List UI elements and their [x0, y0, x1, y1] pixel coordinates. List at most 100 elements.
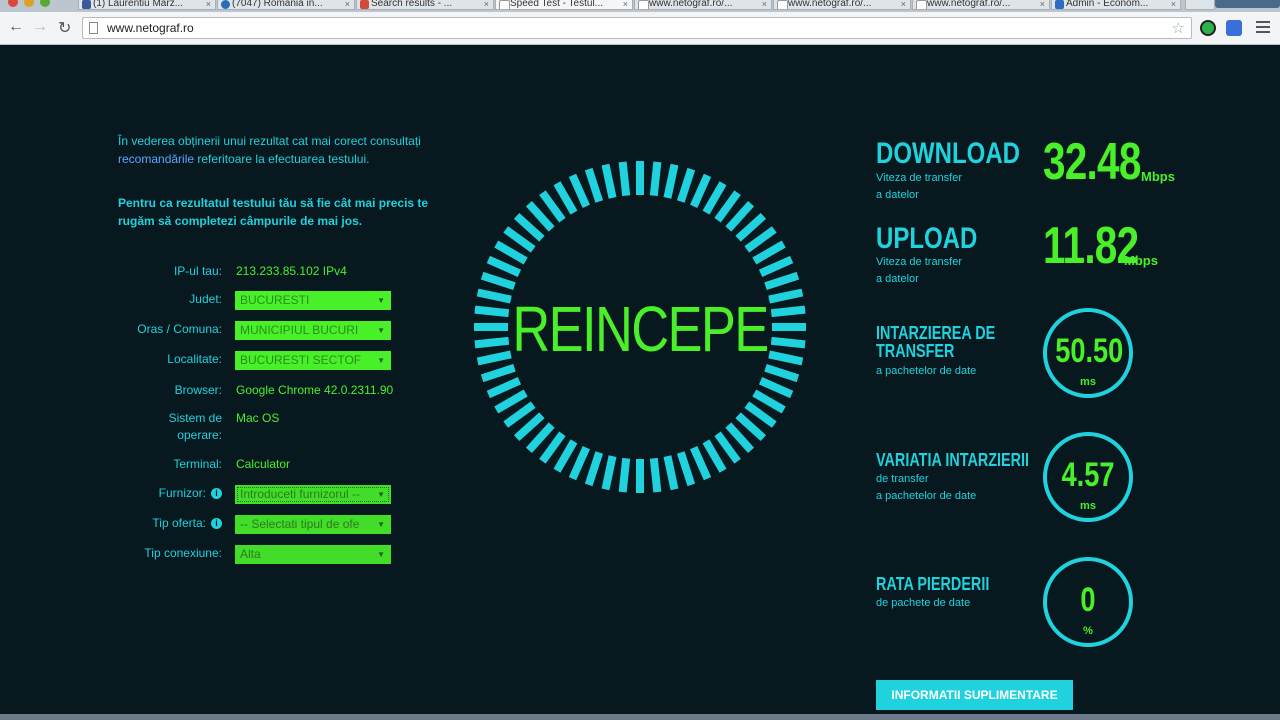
caret-down-icon: ▼ [377, 520, 385, 529]
intro-text: În vederea obținerii unui rezultat cat m… [118, 132, 448, 168]
oferta-label-text: Tip oferta: [152, 516, 206, 530]
close-window-button[interactable] [8, 0, 18, 7]
gauge-tick [690, 445, 712, 481]
loss-subtitle: de pachete de date [876, 597, 971, 609]
gauge-tick [480, 271, 516, 291]
forward-icon[interactable]: → [32, 18, 48, 36]
close-icon[interactable]: × [1171, 0, 1176, 9]
gauge-tick [676, 167, 696, 203]
close-icon[interactable]: × [1040, 0, 1045, 9]
os-value: Mac OS [236, 411, 280, 425]
ip-label: IP-ul tau: [173, 264, 222, 278]
gmail-icon [360, 0, 369, 9]
recommendations-link[interactable]: recomandările [118, 152, 194, 166]
oferta-select-value: -- Selectati tipul de ofe [240, 517, 360, 531]
gauge-tick [480, 363, 516, 383]
info-icon[interactable]: i [211, 518, 222, 530]
upload-unit: Mbps [1124, 253, 1158, 268]
gauge-tick [764, 271, 800, 291]
close-icon[interactable]: × [762, 0, 767, 9]
terminal-value: Calculator [236, 457, 291, 471]
latency-unit: ms [1080, 376, 1096, 388]
caret-down-icon: ▼ [377, 550, 385, 559]
latency-subtitle: a pachetelor de date [876, 365, 977, 377]
upload-subtitle: Viteza de transfer a datelor [876, 254, 962, 288]
extension-green-icon[interactable] [1200, 20, 1216, 36]
oras-select-value: MUNICIPIUL BUCURI [240, 323, 359, 337]
gauge-tick [758, 377, 794, 399]
localitate-select[interactable]: BUCURESTI SECTOF ▼ [235, 351, 391, 370]
gauge-tick [486, 255, 522, 277]
browser-label: Browser: [174, 383, 222, 397]
close-icon[interactable]: × [623, 0, 628, 9]
loss-title: RATA PIERDERII [876, 574, 990, 594]
localitate-label: Localitate: [167, 352, 222, 366]
page-icon [499, 0, 510, 9]
page-icon [777, 0, 788, 9]
new-tab-button[interactable] [1185, 0, 1215, 10]
star-icon[interactable]: ☆ [1172, 19, 1185, 37]
info-icon[interactable]: i [211, 488, 222, 500]
tab-title: (1) Laurentiu Marz... [93, 0, 184, 9]
browser-toolbar: ← → ↻ www.netograf.ro ☆ [0, 12, 1280, 45]
terminal-label: Terminal: [173, 457, 222, 471]
tab-title: Search results - ... [371, 0, 453, 9]
browser-tab[interactable]: www.netograf.ro/... × [773, 0, 911, 10]
conexiune-select[interactable]: Alta ▼ [235, 545, 391, 564]
close-icon[interactable]: × [345, 0, 350, 9]
gauge-tick [649, 457, 662, 493]
tab-title: Speed Test - Testul... [510, 0, 604, 9]
url-text[interactable]: www.netograf.ro [107, 21, 194, 35]
back-icon[interactable]: ← [8, 18, 24, 36]
oferta-select[interactable]: -- Selectati tipul de ofe ▼ [235, 515, 391, 534]
os-label-line: operare: [177, 428, 222, 442]
latency-title-line: INTARZIEREA DE [876, 323, 996, 343]
caret-down-icon: ▼ [377, 356, 385, 365]
menu-icon[interactable] [1256, 21, 1270, 36]
latency-title: INTARZIEREA DE TRANSFER [876, 324, 995, 360]
browser-tab[interactable]: www.netograf.ro/... × [912, 0, 1050, 10]
gauge-tick [649, 161, 662, 197]
browser-tab[interactable]: (1) Laurentiu Marz... × [78, 0, 216, 10]
address-bar[interactable]: www.netograf.ro ☆ [82, 17, 1192, 39]
latency-ring: 50.50 ms [1043, 308, 1133, 398]
jitter-subtitle: de transfer a pachetelor de date [876, 471, 976, 505]
jitter-ring: 4.57 ms [1043, 432, 1133, 522]
restart-button[interactable]: REINCEPE [501, 292, 780, 366]
gauge-tick [752, 240, 786, 265]
browser-tab[interactable]: Search results - ... × [356, 0, 494, 10]
browser-tab[interactable]: www.netograf.ro/... × [634, 0, 772, 10]
gauge-tick [758, 255, 794, 277]
maximize-window-button[interactable] [40, 0, 50, 7]
furnizor-input[interactable]: Introduceti furnizorul -- ▼ [235, 485, 391, 504]
download-title: DOWNLOAD [876, 137, 1020, 170]
browser-tab-active[interactable]: Speed Test - Testul... × [495, 0, 633, 10]
jitter-subtitle-line: a pachetelor de date [876, 490, 977, 502]
oras-label: Oras / Comuna: [137, 322, 222, 336]
tab-title: www.netograf.ro/... [927, 0, 1011, 9]
more-info-button[interactable]: INFORMATII SUPLIMENTARE [876, 680, 1073, 710]
browser-value: Google Chrome 42.0.2311.90 [236, 383, 394, 397]
judet-select-value: BUCURESTI [240, 293, 310, 307]
loss-ring: 0 % [1043, 557, 1133, 647]
facebook-icon [82, 0, 91, 9]
browser-tab[interactable]: (7047) Romania in... × [217, 0, 355, 10]
browser-tab[interactable]: Admin - Econom... × [1051, 0, 1181, 10]
jitter-unit: ms [1080, 500, 1096, 512]
oferta-label: Tip oferta: i [110, 515, 222, 532]
oras-select[interactable]: MUNICIPIUL BUCURI ▼ [235, 321, 391, 340]
close-icon[interactable]: × [206, 0, 211, 9]
os-label-line: Sistem de [168, 411, 222, 425]
close-icon[interactable]: × [484, 0, 489, 9]
extension-translate-icon[interactable] [1226, 20, 1242, 36]
minimize-window-button[interactable] [24, 0, 34, 7]
judet-select[interactable]: BUCURESTI ▼ [235, 291, 391, 310]
gauge-tick [568, 445, 590, 481]
gauge-tick [584, 167, 604, 203]
profile-button[interactable] [1215, 0, 1280, 8]
tab-strip: (1) Laurentiu Marz... × (7047) Romania in… [0, 0, 1280, 12]
gauge-tick [618, 457, 631, 493]
reload-icon[interactable]: ↻ [58, 18, 71, 38]
close-icon[interactable]: × [901, 0, 906, 9]
upload-subtitle-line: a datelor [876, 273, 919, 285]
